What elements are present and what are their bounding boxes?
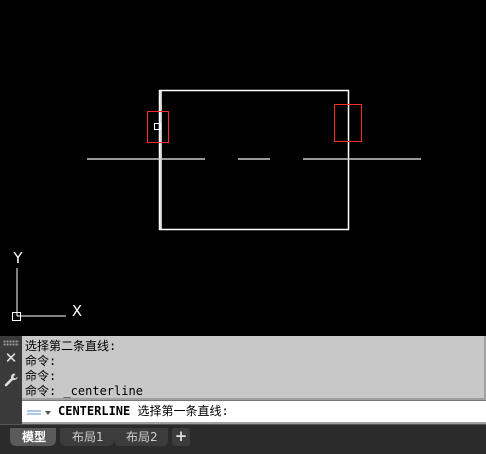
history-line: 命令: xyxy=(25,354,57,368)
command-prompt-icon[interactable] xyxy=(26,405,52,419)
history-line: 命令: xyxy=(25,369,57,383)
drag-grip-handle[interactable] xyxy=(3,340,19,346)
ucs-icon: Y X xyxy=(12,249,82,321)
command-input-text: CENTERLINE 选择第一条直线: xyxy=(58,404,229,419)
tab-layout1[interactable]: 布局1 xyxy=(60,428,114,446)
command-history: 选择第二条直线: 命令: 命令: 命令: _centerline xyxy=(22,336,484,398)
ucs-y-label: Y xyxy=(12,249,23,267)
history-line: 命令: _centerline xyxy=(25,384,143,398)
selection-box-left xyxy=(147,111,169,143)
command-prompt: 选择第一条直线: xyxy=(130,404,229,418)
command-name: CENTERLINE xyxy=(58,404,131,418)
command-window-sidebar: ✕ xyxy=(0,336,22,424)
drawing-svg[interactable]: Y X xyxy=(0,0,486,336)
drawing-canvas[interactable]: Y X xyxy=(0,0,486,336)
ucs-x-label: X xyxy=(72,302,82,320)
layout-tab-bar: 模型 布局1 布局2 + xyxy=(0,424,486,454)
autocad-window: Y X ✕ 选择第二条直线: 命令: 命令: 命令: _centerline C… xyxy=(0,0,486,454)
wrench-icon[interactable] xyxy=(3,372,19,388)
tab-model[interactable]: 模型 xyxy=(10,428,57,446)
close-command-window-icon[interactable]: ✕ xyxy=(3,350,19,366)
history-line: 选择第二条直线: xyxy=(25,339,117,353)
command-window: ✕ 选择第二条直线: 命令: 命令: 命令: _centerline CENTE xyxy=(0,336,486,424)
command-input[interactable]: CENTERLINE 选择第一条直线: xyxy=(22,400,486,422)
rectangle-geometry[interactable] xyxy=(158,89,350,231)
add-layout-button[interactable]: + xyxy=(172,428,190,446)
tab-layout2[interactable]: 布局2 xyxy=(114,428,168,446)
